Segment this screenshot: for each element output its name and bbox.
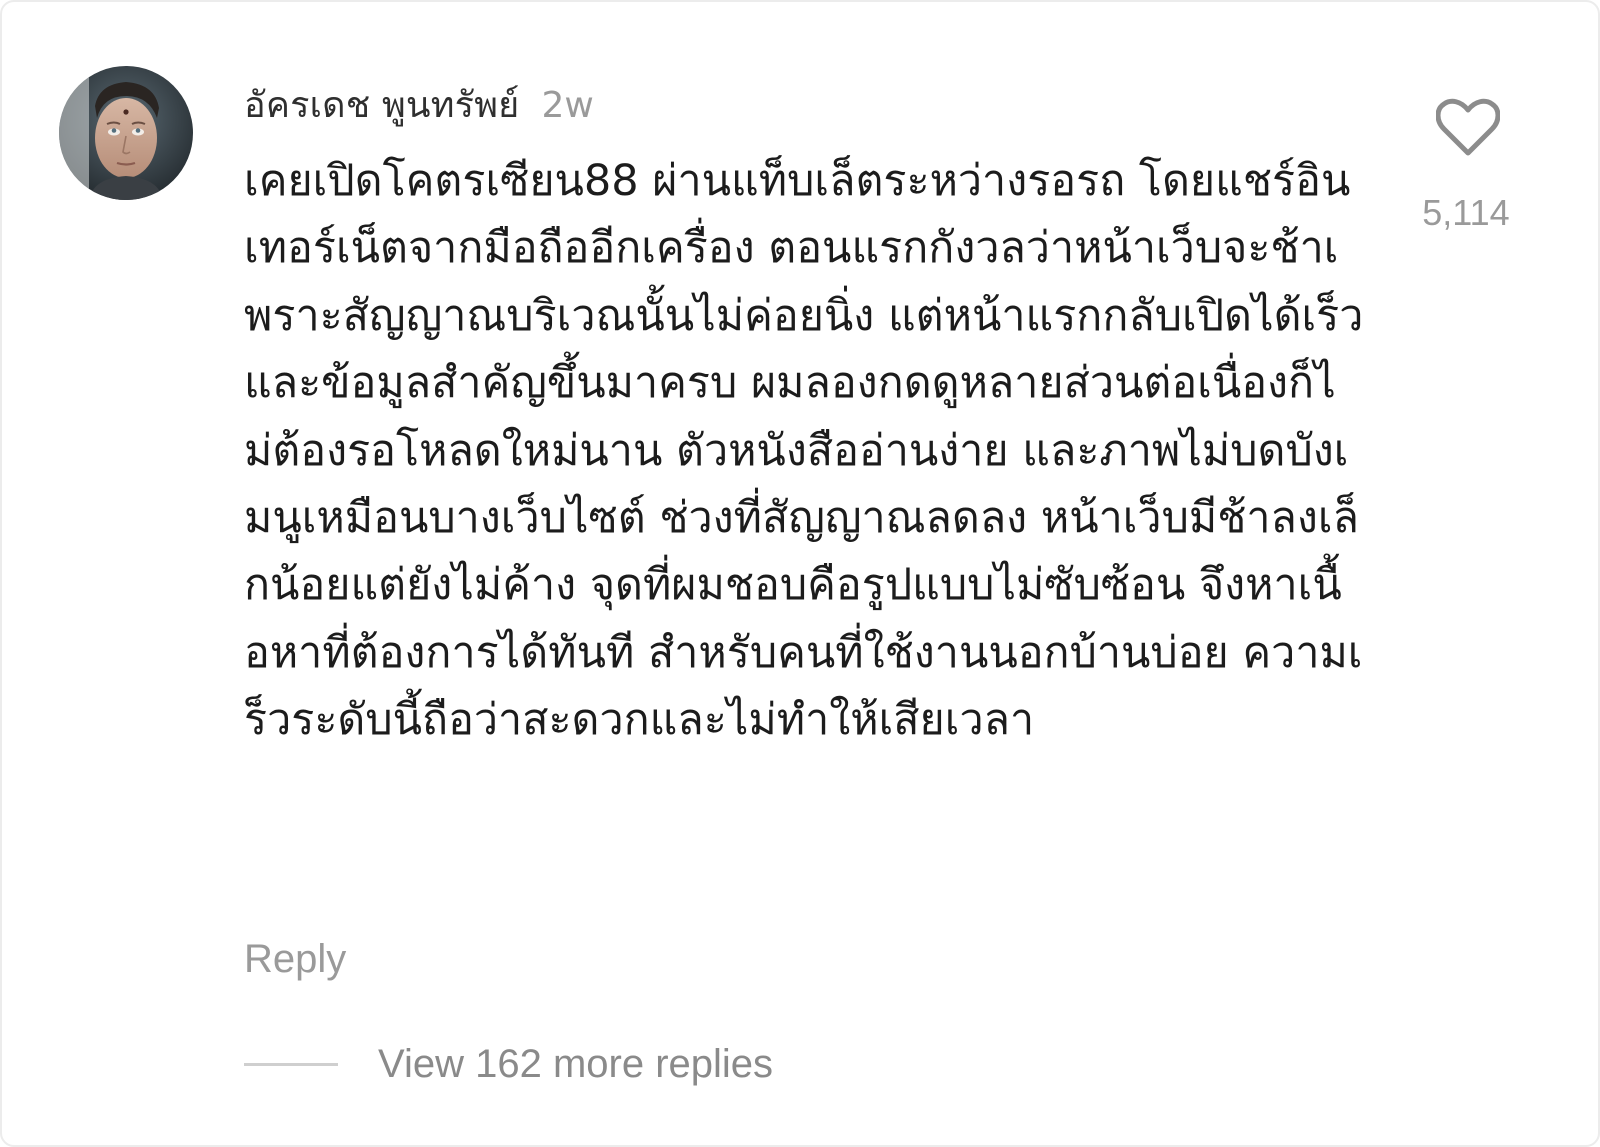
like-section: 5,114 [1420,98,1516,234]
comment-text: เคยเปิดโคตรเซียน88 ผ่านแท็บเล็ตระหว่างรอ… [244,156,1364,746]
avatar-photo [59,66,193,200]
avatar[interactable] [59,66,193,200]
view-more-replies[interactable]: View 162 more replies [244,1042,773,1087]
like-count: 5,114 [1422,192,1510,233]
reply-button[interactable]: Reply [244,937,346,982]
username[interactable]: อัครเดช พูนทรัพย์ [244,76,519,133]
comment-timestamp: 2w [541,85,594,126]
heart-outline-icon[interactable] [1436,98,1500,158]
comment-card: อัครเดช พูนทรัพย์ 2w เคยเปิดโคตรเซียน88 … [0,0,1600,1147]
comment-body: อัครเดช พูนทรัพย์ 2w เคยเปิดโคตรเซียน88 … [244,76,1364,755]
comment-meta: อัครเดช พูนทรัพย์ 2w [244,76,1364,126]
replies-divider-line [244,1063,338,1066]
view-more-replies-label: View 162 more replies [378,1042,774,1086]
